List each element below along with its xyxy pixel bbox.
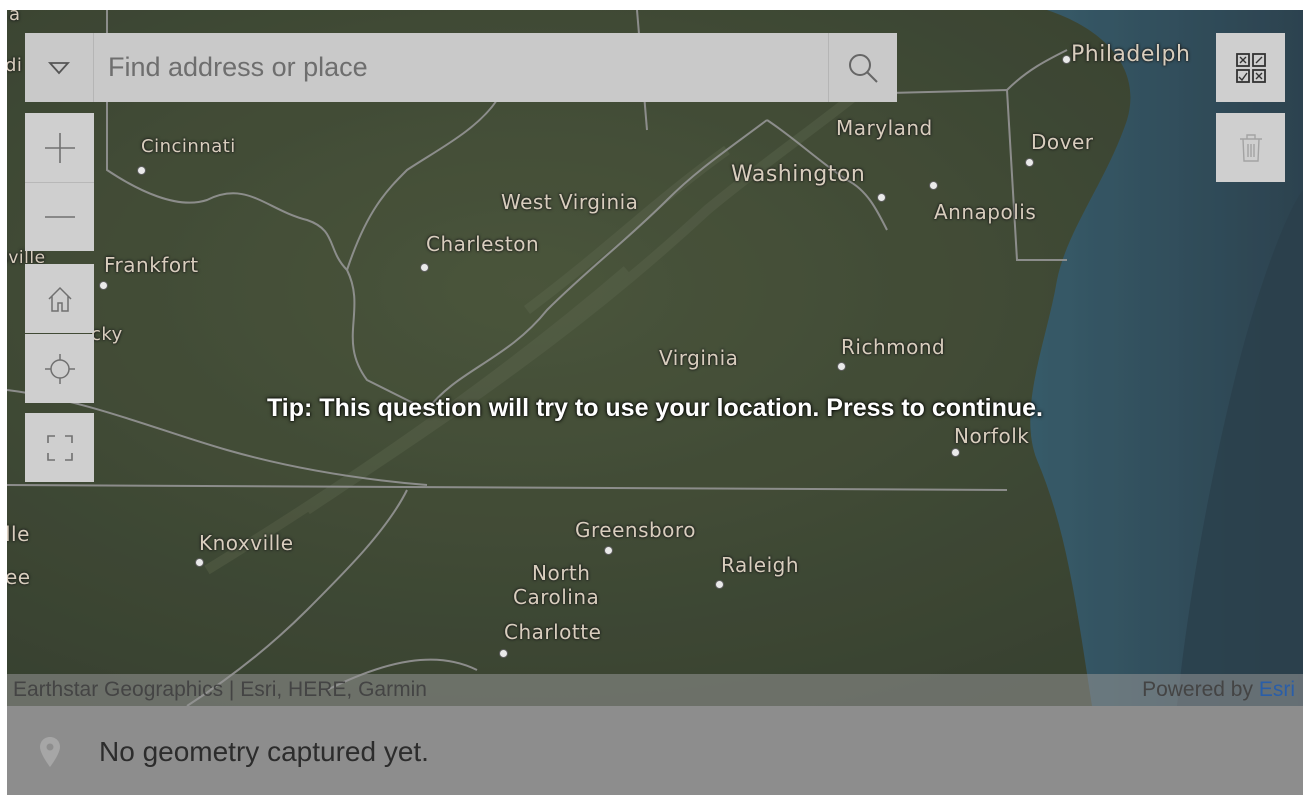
home-button[interactable] [25,264,94,333]
crosshair-icon [44,353,75,384]
location-tip[interactable]: Tip: This question will try to use your … [7,394,1303,423]
minus-icon [44,216,75,218]
attribution-sources: Earthstar Geographics | Esri, HERE, Garm… [13,678,427,701]
map-dim-overlay [7,10,1303,706]
home-icon [47,286,72,312]
locate-button[interactable] [25,334,94,403]
geometry-status-message: No geometry captured yet. [99,736,429,767]
powered-by: Powered by Esri [1142,678,1295,702]
attribution-bar: Earthstar Geographics | Esri, HERE, Garm… [7,674,1303,706]
plus-icon [44,132,75,163]
delete-button[interactable] [1216,113,1285,182]
select-features-button[interactable] [1216,33,1285,102]
zoom-out-button[interactable] [25,183,94,251]
fullscreen-button[interactable] [25,413,94,482]
map-widget: Philadelph Cincinnati Maryland Dover Was… [7,10,1303,795]
search-input[interactable] [94,33,828,102]
chevron-down-icon [48,61,70,74]
trash-icon [1239,133,1262,162]
search-bar [25,33,897,102]
search-source-dropdown[interactable] [25,33,94,102]
map-pin-icon [40,737,60,767]
zoom-in-button[interactable] [25,113,94,183]
search-button[interactable] [828,33,897,102]
select-grid-icon [1235,52,1266,83]
esri-link[interactable]: Esri [1259,678,1295,701]
powered-by-label: Powered by [1142,678,1253,701]
geometry-status-bar: No geometry captured yet. [7,706,1303,795]
map-view[interactable]: Philadelph Cincinnati Maryland Dover Was… [7,10,1303,706]
search-icon [849,53,878,83]
fullscreen-icon [46,434,73,461]
